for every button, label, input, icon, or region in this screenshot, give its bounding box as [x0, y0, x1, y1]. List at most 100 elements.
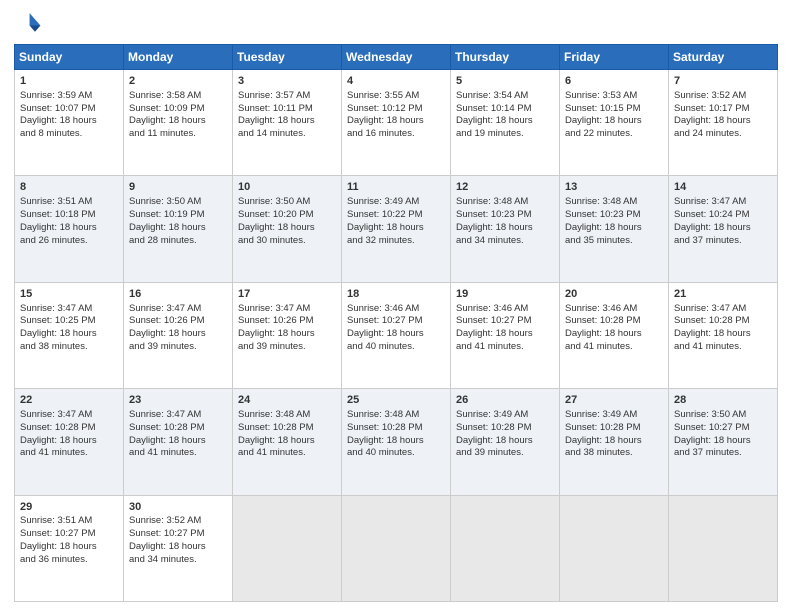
daylight-text: Daylight: 18 hours	[565, 115, 642, 126]
sunrise-text: Sunrise: 3:48 AM	[238, 409, 310, 420]
daylight-text: Daylight: 18 hours	[456, 435, 533, 446]
day-cell-23: 23Sunrise: 3:47 AMSunset: 10:28 PMDaylig…	[124, 389, 233, 495]
daylight-text: Daylight: 18 hours	[20, 435, 97, 446]
empty-cell	[342, 495, 451, 601]
sunset-text: Sunset: 10:23 PM	[456, 209, 532, 220]
daylight-minutes-text: and 34 minutes.	[129, 554, 197, 565]
sunset-text: Sunset: 10:25 PM	[20, 315, 96, 326]
daylight-text: Daylight: 18 hours	[129, 222, 206, 233]
sunset-text: Sunset: 10:28 PM	[565, 422, 641, 433]
day-cell-17: 17Sunrise: 3:47 AMSunset: 10:26 PMDaylig…	[233, 282, 342, 388]
day-number: 1	[20, 74, 118, 89]
daylight-text: Daylight: 18 hours	[456, 328, 533, 339]
day-cell-27: 27Sunrise: 3:49 AMSunset: 10:28 PMDaylig…	[560, 389, 669, 495]
daylight-text: Daylight: 18 hours	[20, 328, 97, 339]
day-number: 2	[129, 74, 227, 89]
daylight-minutes-text: and 11 minutes.	[129, 128, 196, 139]
calendar-week-2: 8Sunrise: 3:51 AMSunset: 10:18 PMDayligh…	[15, 176, 778, 282]
sunrise-text: Sunrise: 3:47 AM	[674, 196, 746, 207]
daylight-minutes-text: and 41 minutes.	[674, 341, 742, 352]
sunrise-text: Sunrise: 3:46 AM	[347, 303, 419, 314]
daylight-minutes-text: and 38 minutes.	[20, 341, 88, 352]
day-cell-14: 14Sunrise: 3:47 AMSunset: 10:24 PMDaylig…	[669, 176, 778, 282]
sunset-text: Sunset: 10:23 PM	[565, 209, 641, 220]
daylight-minutes-text: and 16 minutes.	[347, 128, 415, 139]
daylight-text: Daylight: 18 hours	[347, 328, 424, 339]
day-number: 15	[20, 287, 118, 302]
day-number: 17	[238, 287, 336, 302]
daylight-text: Daylight: 18 hours	[238, 328, 315, 339]
logo	[14, 10, 46, 38]
daylight-minutes-text: and 36 minutes.	[20, 554, 88, 565]
daylight-minutes-text: and 32 minutes.	[347, 235, 415, 246]
day-cell-2: 2Sunrise: 3:58 AMSunset: 10:09 PMDayligh…	[124, 70, 233, 176]
daylight-text: Daylight: 18 hours	[674, 435, 751, 446]
sunset-text: Sunset: 10:26 PM	[238, 315, 314, 326]
sunset-text: Sunset: 10:22 PM	[347, 209, 423, 220]
day-cell-24: 24Sunrise: 3:48 AMSunset: 10:28 PMDaylig…	[233, 389, 342, 495]
page: SundayMondayTuesdayWednesdayThursdayFrid…	[0, 0, 792, 612]
day-cell-13: 13Sunrise: 3:48 AMSunset: 10:23 PMDaylig…	[560, 176, 669, 282]
sunset-text: Sunset: 10:28 PM	[20, 422, 96, 433]
day-cell-18: 18Sunrise: 3:46 AMSunset: 10:27 PMDaylig…	[342, 282, 451, 388]
daylight-text: Daylight: 18 hours	[565, 222, 642, 233]
sunset-text: Sunset: 10:12 PM	[347, 103, 423, 114]
day-cell-16: 16Sunrise: 3:47 AMSunset: 10:26 PMDaylig…	[124, 282, 233, 388]
daylight-text: Daylight: 18 hours	[129, 435, 206, 446]
daylight-text: Daylight: 18 hours	[674, 222, 751, 233]
sunrise-text: Sunrise: 3:47 AM	[129, 409, 201, 420]
sunset-text: Sunset: 10:18 PM	[20, 209, 96, 220]
day-cell-7: 7Sunrise: 3:52 AMSunset: 10:17 PMDayligh…	[669, 70, 778, 176]
calendar-week-3: 15Sunrise: 3:47 AMSunset: 10:25 PM Daylig…	[15, 282, 778, 388]
header	[14, 10, 778, 38]
calendar-week-1: 1Sunrise: 3:59 AMSunset: 10:07 PMDayligh…	[15, 70, 778, 176]
day-cell-4: 4Sunrise: 3:55 AMSunset: 10:12 PMDayligh…	[342, 70, 451, 176]
day-number: 5	[456, 74, 554, 89]
daylight-text: Daylight: 18 hours	[20, 541, 97, 552]
sunset-text: Sunset: 10:19 PM	[129, 209, 205, 220]
day-number: 19	[456, 287, 554, 302]
day-number: 18	[347, 287, 445, 302]
daylight-text: Daylight: 18 hours	[129, 541, 206, 552]
empty-cell	[451, 495, 560, 601]
calendar-week-4: 22Sunrise: 3:47 AMSunset: 10:28 PMDaylig…	[15, 389, 778, 495]
daylight-minutes-text: and 22 minutes.	[565, 128, 633, 139]
day-cell-6: 6Sunrise: 3:53 AMSunset: 10:15 PMDayligh…	[560, 70, 669, 176]
day-number: 8	[20, 180, 118, 195]
daylight-text: Daylight: 18 hours	[565, 435, 642, 446]
day-number: 7	[674, 74, 772, 89]
daylight-text: Daylight: 18 hours	[238, 222, 315, 233]
sunrise-text: Sunrise: 3:47 AM	[20, 303, 92, 314]
daylight-minutes-text: and 14 minutes.	[238, 128, 306, 139]
daylight-minutes-text: and 19 minutes.	[456, 128, 524, 139]
day-header-friday: Friday	[560, 45, 669, 70]
sunset-text: Sunset: 10:17 PM	[674, 103, 750, 114]
daylight-minutes-text: and 37 minutes.	[674, 235, 742, 246]
sunrise-text: Sunrise: 3:48 AM	[347, 409, 419, 420]
sunset-text: Sunset: 10:27 PM	[456, 315, 532, 326]
day-cell-26: 26Sunrise: 3:49 AMSunset: 10:28 PMDaylig…	[451, 389, 560, 495]
day-cell-29: 29Sunrise: 3:51 AMSunset: 10:27 PMDaylig…	[15, 495, 124, 601]
sunset-text: Sunset: 10:28 PM	[565, 315, 641, 326]
day-cell-10: 10Sunrise: 3:50 AMSunset: 10:20 PMDaylig…	[233, 176, 342, 282]
sunset-text: Sunset: 10:28 PM	[238, 422, 314, 433]
empty-cell	[560, 495, 669, 601]
sunset-text: Sunset: 10:09 PM	[129, 103, 205, 114]
sunrise-text: Sunrise: 3:59 AM	[20, 90, 92, 101]
sunrise-text: Sunrise: 3:47 AM	[20, 409, 92, 420]
day-number: 14	[674, 180, 772, 195]
day-cell-21: 21Sunrise: 3:47 AMSunset: 10:28 PMDaylig…	[669, 282, 778, 388]
sunrise-text: Sunrise: 3:48 AM	[565, 196, 637, 207]
day-number: 16	[129, 287, 227, 302]
day-number: 30	[129, 500, 227, 515]
day-header-monday: Monday	[124, 45, 233, 70]
sunrise-text: Sunrise: 3:53 AM	[565, 90, 637, 101]
daylight-text: Daylight: 18 hours	[347, 222, 424, 233]
day-cell-8: 8Sunrise: 3:51 AMSunset: 10:18 PMDayligh…	[15, 176, 124, 282]
day-cell-15: 15Sunrise: 3:47 AMSunset: 10:25 PM Daylig…	[15, 282, 124, 388]
daylight-text: Daylight: 18 hours	[456, 222, 533, 233]
day-cell-22: 22Sunrise: 3:47 AMSunset: 10:28 PMDaylig…	[15, 389, 124, 495]
sunset-text: Sunset: 10:27 PM	[674, 422, 750, 433]
day-cell-9: 9Sunrise: 3:50 AMSunset: 10:19 PMDayligh…	[124, 176, 233, 282]
day-number: 11	[347, 180, 445, 195]
